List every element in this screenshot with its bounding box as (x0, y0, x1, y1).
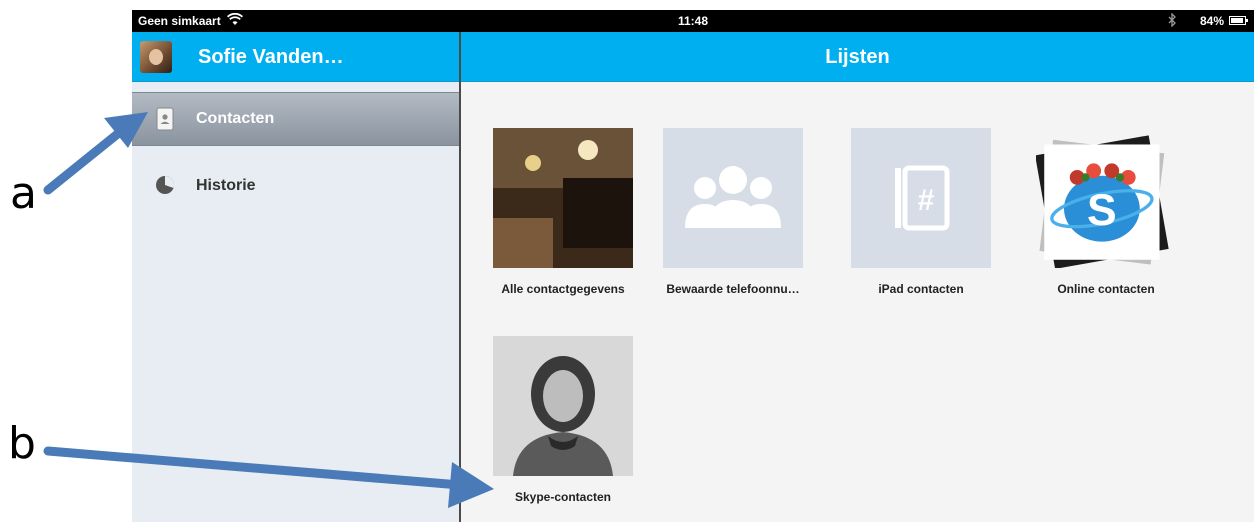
annotation-arrow-a (43, 112, 148, 195)
annotation-arrow-b (43, 446, 494, 508)
annotation-arrows (43, 112, 494, 508)
